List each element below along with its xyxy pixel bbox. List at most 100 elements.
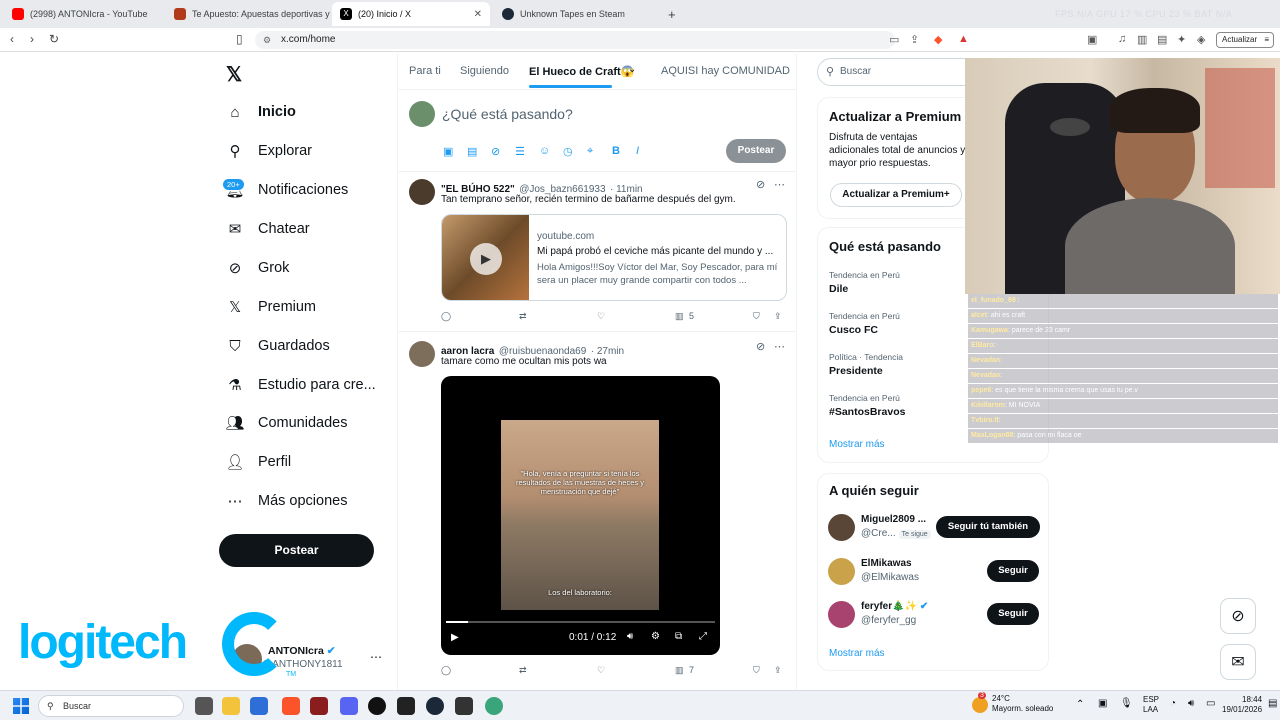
video-player[interactable]: "Hola, venía a preguntar si tenía los re… [441, 376, 720, 655]
sidebar-icon[interactable]: ▣ [1087, 33, 1097, 46]
reply-icon[interactable]: ◯ [441, 311, 451, 322]
avatar[interactable] [409, 179, 435, 205]
bookmark-page-icon[interactable]: ▯ [236, 32, 243, 46]
app-icon[interactable] [310, 697, 328, 715]
pip-icon[interactable]: ⧉ [675, 631, 682, 642]
post-button[interactable]: Postear [219, 534, 374, 567]
image-icon[interactable]: ▣ [443, 145, 453, 158]
follow-back-button[interactable]: Seguir tú también [936, 516, 1040, 538]
avatar[interactable] [828, 601, 855, 628]
file-explorer-icon[interactable] [222, 697, 240, 715]
windows-start-icon[interactable] [13, 698, 29, 714]
steam-icon[interactable] [426, 697, 444, 715]
retweet-icon[interactable]: ⇄ [519, 665, 527, 676]
more-icon[interactable]: ⋯ [774, 178, 785, 191]
trend-name[interactable]: Presidente [829, 365, 883, 377]
gif-icon[interactable]: ▤ [467, 145, 477, 158]
compose-input[interactable]: ¿Qué está pasando? [442, 106, 573, 122]
nav-creator-studio[interactable]: ⚗ Estudio para cre... [226, 374, 375, 396]
task-view-icon[interactable] [195, 697, 213, 715]
reply-icon[interactable]: ◯ [441, 665, 451, 676]
like-icon[interactable]: ♡ [597, 665, 605, 676]
tab-x-home[interactable]: X (20) Inicio / X ✕ [332, 2, 490, 26]
capcut-icon[interactable] [397, 697, 415, 715]
views-icon[interactable]: ▥ [675, 665, 684, 676]
brave-icon[interactable] [282, 697, 300, 715]
reading-list-icon[interactable]: ▥ [1137, 33, 1147, 46]
battery-icon[interactable]: ▭ [1206, 698, 1215, 709]
nav-chat[interactable]: ✉ Chatear [226, 218, 310, 240]
trend-name[interactable]: #SantosBravos [829, 406, 905, 418]
bold-icon[interactable]: B [612, 145, 620, 157]
account-more-icon[interactable]: ⋯ [370, 650, 382, 664]
leo-ai-icon[interactable]: ✦ [1177, 33, 1186, 46]
back-icon[interactable]: ‹ [10, 32, 14, 46]
follow-name-row[interactable]: feryfer🎄✨ ✔ [861, 601, 928, 612]
nav-premium[interactable]: 𝕏 Premium [226, 296, 316, 318]
epic-games-icon[interactable] [455, 697, 473, 715]
obs-icon[interactable] [368, 697, 386, 715]
reload-icon[interactable]: ↻ [49, 32, 59, 46]
forward-icon[interactable]: › [30, 32, 34, 46]
nav-explore[interactable]: ⚲ Explorar [226, 140, 313, 162]
brave-rewards-icon[interactable]: ▲ [958, 33, 969, 45]
nav-communities[interactable]: 👥︎ Comunidades [225, 412, 347, 434]
upgrade-premium-button[interactable]: Actualizar a Premium+ [830, 183, 962, 207]
trend-name[interactable]: Dile [829, 283, 848, 295]
notifications-icon[interactable]: ▤ [1268, 698, 1277, 709]
nav-bookmarks[interactable]: ⛉ Guardados [226, 335, 329, 357]
tab-steam[interactable]: Unknown Tapes en Steam [494, 2, 654, 26]
retweet-icon[interactable]: ⇄ [519, 311, 527, 322]
bookmark-icon[interactable]: ⛉ [753, 665, 760, 676]
weather-widget[interactable]: 24°C Mayorm. soleado [992, 694, 1053, 714]
trend-name[interactable]: Cusco FC [829, 324, 878, 336]
messages-fab[interactable]: ✉ [1220, 644, 1256, 680]
show-more-link[interactable]: Mostrar más [829, 439, 885, 450]
store-icon[interactable] [250, 697, 268, 715]
music-icon[interactable]: ♫ [1118, 33, 1126, 45]
avatar[interactable] [828, 514, 855, 541]
settings-icon[interactable]: ⚙ [651, 631, 660, 642]
compose-post-button[interactable]: Postear [726, 139, 786, 163]
vpn-icon[interactable]: ◈ [1197, 33, 1205, 46]
nav-grok[interactable]: ⊘ Grok [226, 257, 290, 279]
chevron-up-icon[interactable]: ⌃ [1076, 699, 1084, 710]
new-tab-button[interactable]: + [660, 2, 680, 26]
more-icon[interactable]: ⋯ [774, 340, 785, 353]
grok-icon[interactable]: ⊘ [756, 340, 765, 353]
follow-button[interactable]: Seguir [987, 603, 1039, 625]
weather-icon[interactable] [972, 697, 988, 713]
url-field[interactable]: ⚙ x.com/home [255, 31, 895, 49]
share-icon[interactable]: ⇪ [774, 665, 782, 676]
wifi-icon[interactable]: ◔ [1170, 698, 1176, 709]
nav-profile[interactable]: 👤︎ Perfil [225, 451, 291, 473]
wallet-icon[interactable]: ▤ [1157, 33, 1167, 46]
screen-icon[interactable]: ▭ [889, 33, 899, 46]
chevron-down-icon[interactable]: ⌄ [628, 64, 636, 75]
taskbar-search[interactable]: ⚲ Buscar [38, 695, 184, 717]
tab-for-you[interactable]: Para ti [409, 65, 441, 77]
avatar[interactable] [409, 101, 435, 127]
tray-app-icon[interactable]: ▣ [1098, 698, 1107, 709]
share-icon[interactable]: ⇪ [910, 33, 919, 46]
x-logo-icon[interactable]: 𝕏 [226, 62, 242, 87]
like-icon[interactable]: ♡ [597, 311, 605, 322]
close-icon[interactable]: ✕ [474, 9, 482, 20]
play-icon[interactable]: ▶ [451, 632, 459, 643]
follow-button[interactable]: Seguir [987, 560, 1039, 582]
volume-icon[interactable]: 🔊︎ [1188, 698, 1194, 709]
tab-el-hueco-de-craft[interactable]: El Hueco de Craft😱 [529, 65, 634, 78]
site-info-icon[interactable]: ⚙ [263, 31, 271, 49]
schedule-icon[interactable]: ◷ [563, 145, 573, 158]
brave-shield-icon[interactable]: ◆ [934, 33, 942, 46]
discord-icon[interactable] [340, 697, 358, 715]
tab-following[interactable]: Siguiendo [460, 65, 509, 77]
show-more-link[interactable]: Mostrar más [829, 648, 885, 659]
app-icon[interactable] [485, 697, 503, 715]
bookmark-icon[interactable]: ⛉ [753, 311, 760, 322]
link-card[interactable]: ▶ youtube.com Mi papá probó el ceviche m… [441, 214, 787, 301]
poll-icon[interactable]: ☰ [515, 145, 525, 158]
tab-aquisi-comunidad[interactable]: AQUISI hay COMUNIDAD [661, 65, 790, 77]
grok-icon[interactable]: ⊘ [491, 145, 500, 158]
video-progress-bar[interactable] [446, 621, 715, 623]
